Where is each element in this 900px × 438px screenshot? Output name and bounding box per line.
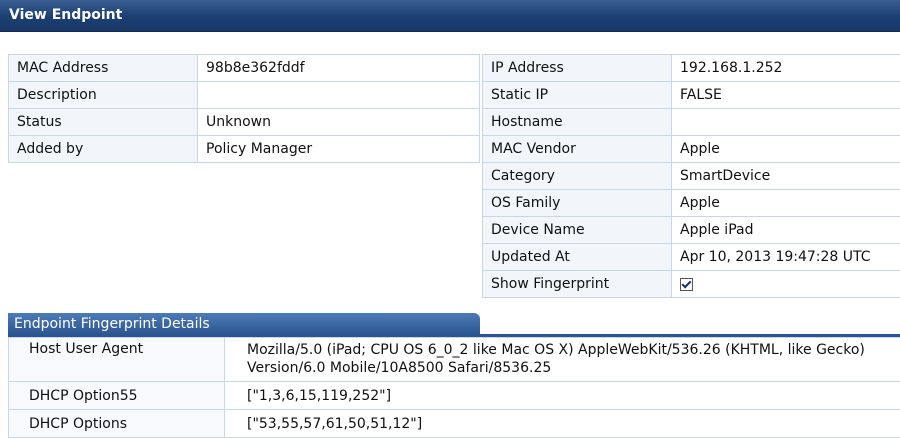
dhcp-option55-label: DHCP Option55 <box>8 381 225 410</box>
table-row: Hostname <box>482 108 900 136</box>
host-user-agent-value: Mozilla/5.0 (iPad; CPU OS 6_0_2 like Mac… <box>247 342 865 376</box>
table-row: DHCP Options ["53,55,57,61,50,51,12"] <box>8 409 900 438</box>
table-row: Status Unknown <box>8 108 480 136</box>
fingerprint-section-header: Endpoint Fingerprint Details <box>8 313 480 335</box>
mac-address-value: 98b8e362fddf <box>197 54 480 82</box>
dhcp-options-label: DHCP Options <box>8 409 225 438</box>
ip-address-value: 192.168.1.252 <box>671 54 900 82</box>
os-family-label: OS Family <box>482 189 672 217</box>
static-ip-value: FALSE <box>671 81 900 109</box>
device-name-label: Device Name <box>482 216 672 244</box>
dhcp-option55-value: ["1,3,6,15,119,252"] <box>224 381 900 410</box>
status-label: Status <box>8 108 198 136</box>
static-ip-label: Static IP <box>482 81 672 109</box>
page-title: View Endpoint <box>9 7 123 23</box>
host-user-agent-cell: Mozilla/5.0 (iPad; CPU OS 6_0_2 like Mac… <box>224 337 900 382</box>
updated-at-value: Apr 10, 2013 19:47:28 UTC <box>671 243 900 271</box>
category-value: SmartDevice <box>671 162 900 190</box>
status-value: Unknown <box>197 108 480 136</box>
table-row: Host User Agent Mozilla/5.0 (iPad; CPU O… <box>8 337 900 382</box>
host-user-agent-label: Host User Agent <box>8 337 225 382</box>
dhcp-options-value: ["53,55,57,61,50,51,12"] <box>224 409 900 438</box>
table-row: OS Family Apple <box>482 189 900 217</box>
table-row: Description <box>8 81 480 109</box>
table-row: MAC Vendor Apple <box>482 135 900 163</box>
endpoint-details-right: IP Address 192.168.1.252 Static IP FALSE… <box>482 54 900 298</box>
table-row: Category SmartDevice <box>482 162 900 190</box>
added-by-value: Policy Manager <box>197 135 480 163</box>
table-row: Static IP FALSE <box>482 81 900 109</box>
os-family-value: Apple <box>671 189 900 217</box>
description-label: Description <box>8 81 198 109</box>
show-fingerprint-cell <box>671 270 900 298</box>
mac-vendor-label: MAC Vendor <box>482 135 672 163</box>
fingerprint-section-title: Endpoint Fingerprint Details <box>14 316 210 332</box>
table-row: Show Fingerprint <box>482 270 900 298</box>
table-row: IP Address 192.168.1.252 <box>482 54 900 82</box>
table-row: DHCP Option55 ["1,3,6,15,119,252"] <box>8 381 900 410</box>
mac-address-label: MAC Address <box>8 54 198 82</box>
hostname-value <box>671 108 900 136</box>
show-fingerprint-checkbox[interactable] <box>680 277 693 291</box>
table-row: Device Name Apple iPad <box>482 216 900 244</box>
table-row: MAC Address 98b8e362fddf <box>8 54 480 82</box>
show-fingerprint-label: Show Fingerprint <box>482 270 672 298</box>
updated-at-label: Updated At <box>482 243 672 271</box>
mac-vendor-value: Apple <box>671 135 900 163</box>
table-row: Updated At Apr 10, 2013 19:47:28 UTC <box>482 243 900 271</box>
table-row: Added by Policy Manager <box>8 135 480 163</box>
description-value <box>197 81 480 109</box>
device-name-value: Apple iPad <box>671 216 900 244</box>
fingerprint-details-table: Host User Agent Mozilla/5.0 (iPad; CPU O… <box>8 337 900 438</box>
endpoint-details-left: MAC Address 98b8e362fddf Description Sta… <box>8 54 480 163</box>
title-bar: View Endpoint <box>0 0 900 32</box>
ip-address-label: IP Address <box>482 54 672 82</box>
hostname-label: Hostname <box>482 108 672 136</box>
category-label: Category <box>482 162 672 190</box>
added-by-label: Added by <box>8 135 198 163</box>
